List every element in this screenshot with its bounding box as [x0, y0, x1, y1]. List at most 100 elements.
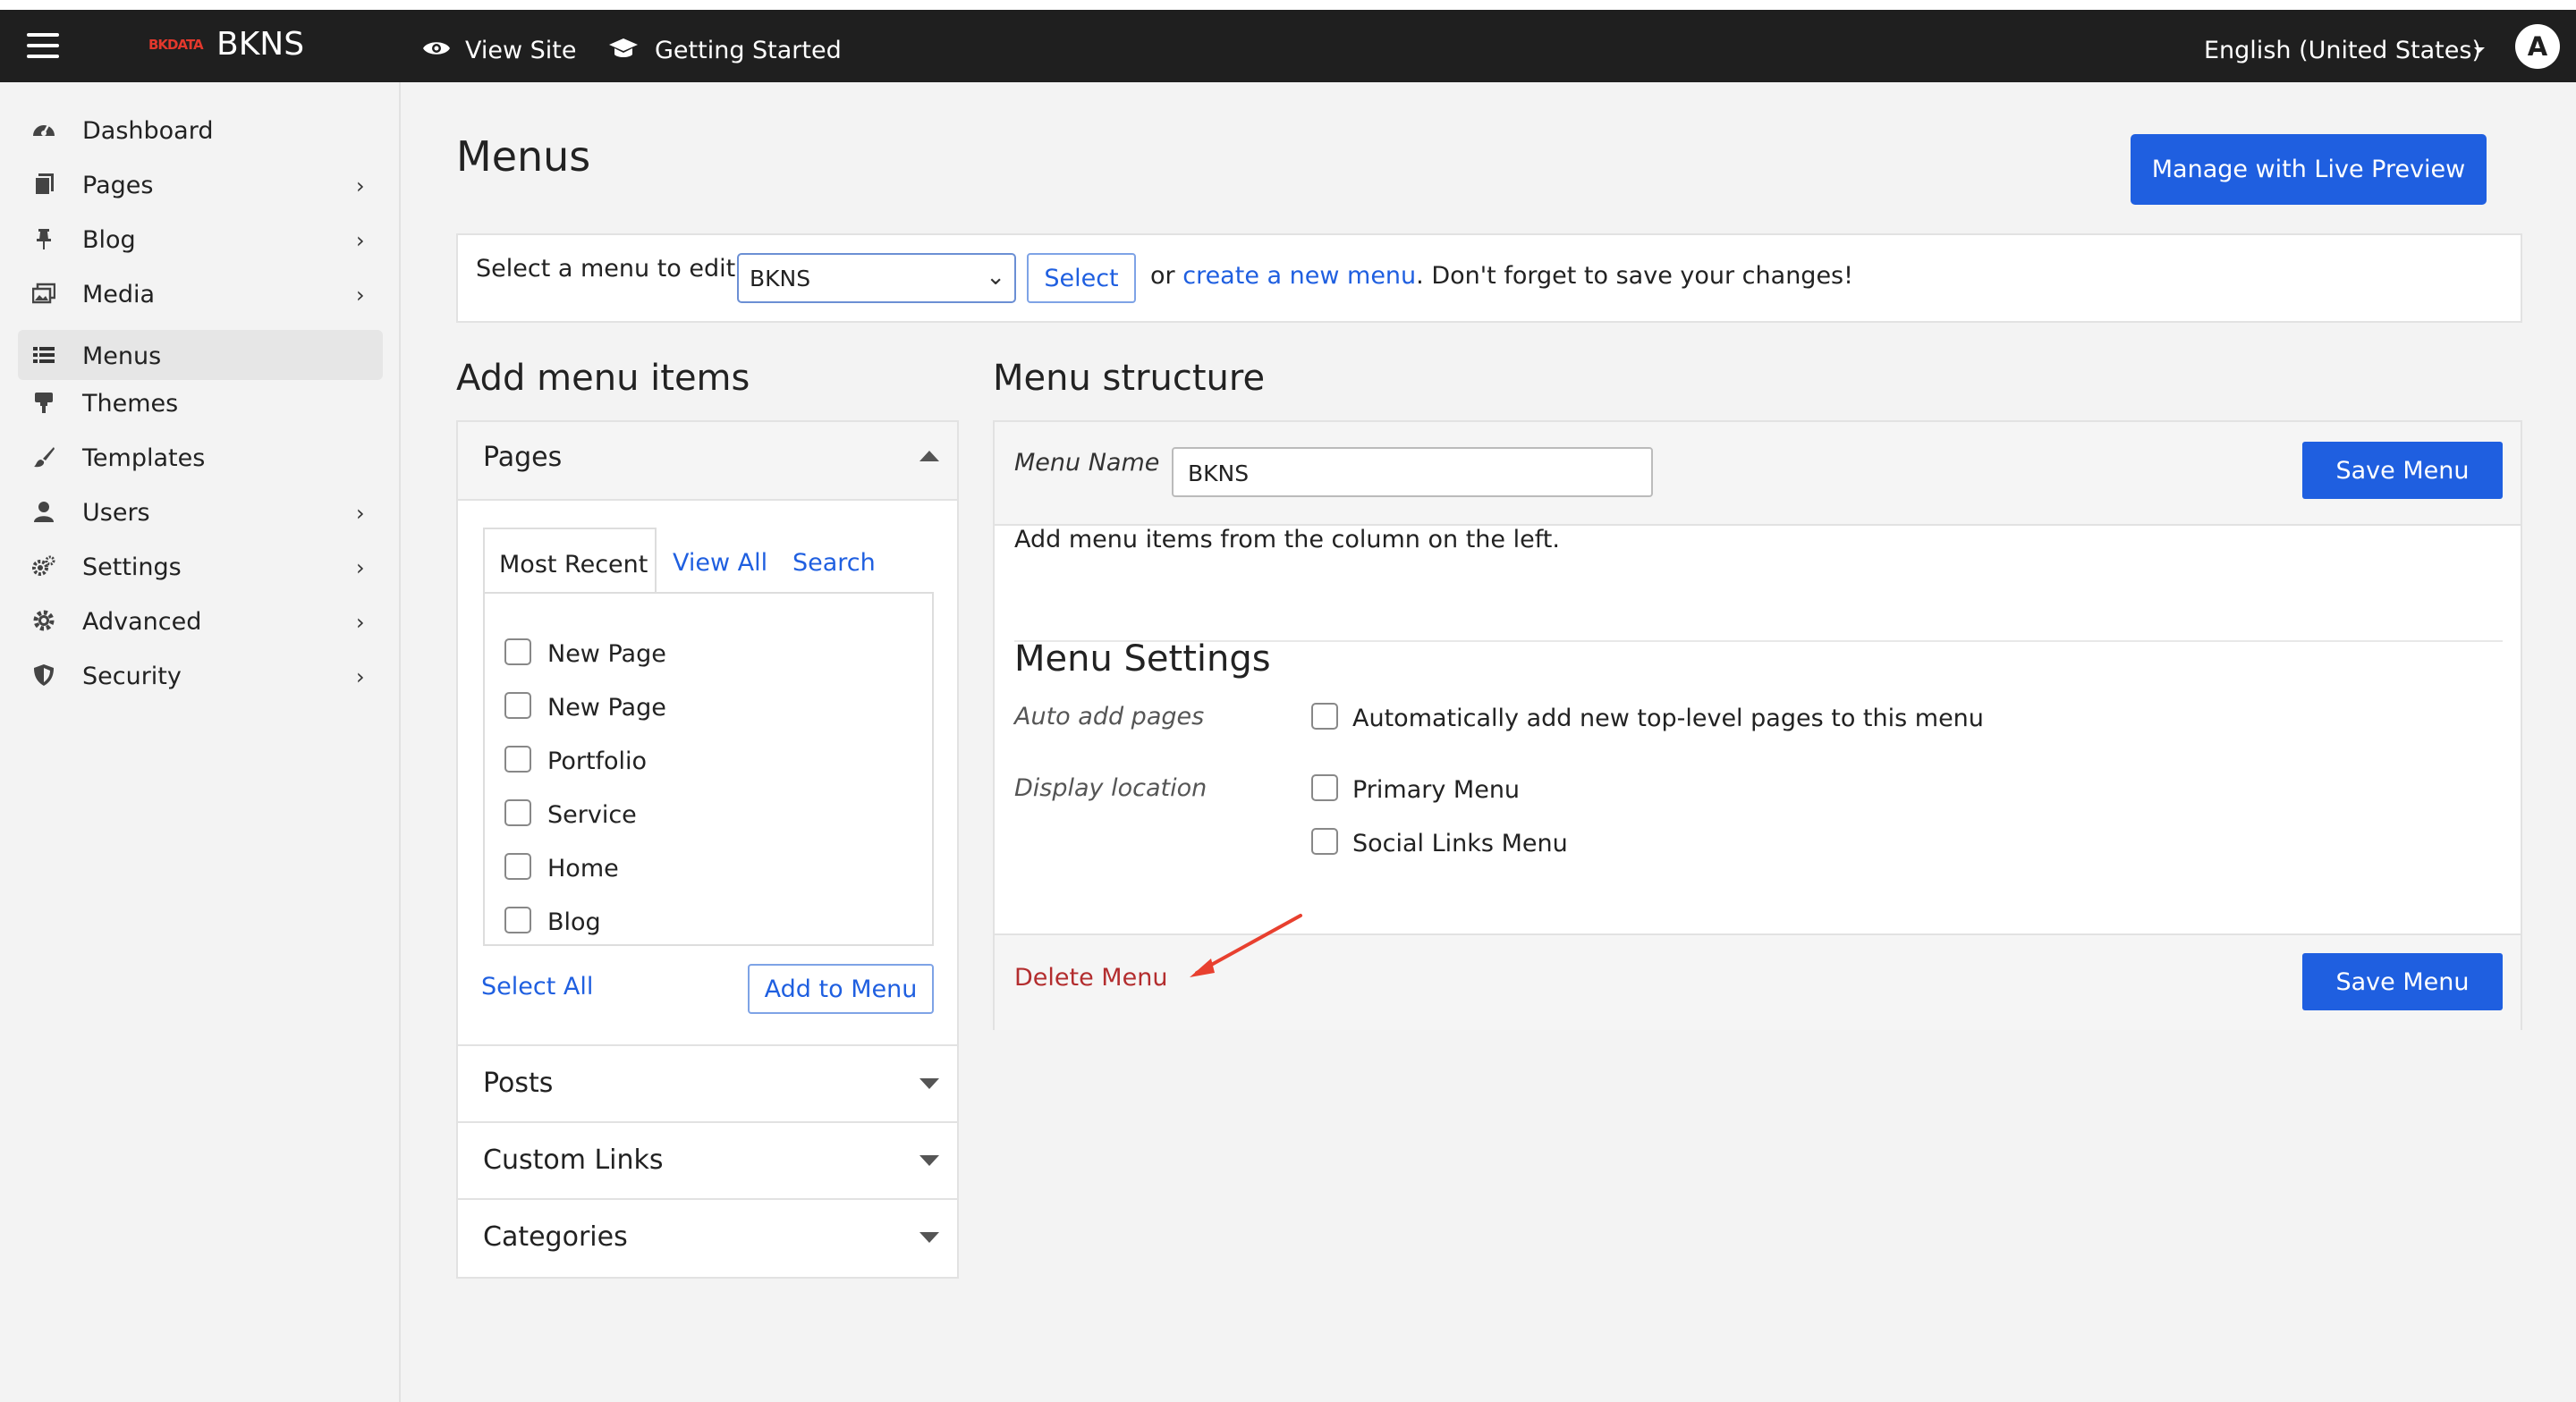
sidebar-item-users[interactable]: Users › [18, 486, 383, 536]
tab-view-all[interactable]: View All [673, 549, 767, 577]
page-checkbox[interactable] [504, 746, 531, 773]
auto-add-label: Auto add pages [1014, 703, 1205, 731]
menu-name-input[interactable]: BKNS [1172, 447, 1653, 497]
select-menu-bar: Select a menu to edit: BKNS ⌄ Select or … [456, 233, 2522, 323]
tab-most-recent[interactable]: Most Recent [483, 528, 657, 594]
sidebar-item-label: Security [82, 663, 182, 690]
social-links-menu-label: Social Links Menu [1352, 830, 1568, 857]
brush-icon [34, 447, 55, 468]
sidebar-item-security[interactable]: Security › [18, 650, 383, 700]
page-item-label: Portfolio [547, 747, 648, 775]
language-dropdown[interactable]: English (United States) [2204, 31, 2490, 63]
media-icon [32, 283, 55, 304]
sidebar-item-pages[interactable]: Pages › [18, 159, 383, 209]
chevron-right-icon: › [356, 664, 365, 689]
sidebar-item-dashboard[interactable]: Dashboard [18, 105, 383, 155]
save-menu-button[interactable]: Save Menu [2302, 442, 2503, 499]
sidebar-item-label: Users [82, 499, 150, 527]
language-label: English (United States) [2204, 37, 2481, 64]
getting-started-label: Getting Started [655, 37, 842, 64]
avatar[interactable]: A [2515, 24, 2560, 69]
primary-menu-checkbox[interactable] [1311, 774, 1338, 801]
sidebar-item-label: Menus [82, 342, 162, 370]
dashboard-icon [33, 124, 55, 136]
sidebar-item-blog[interactable]: Blog › [18, 214, 383, 264]
top-bar: BKDATA BKNS View Site Getting Started En… [0, 10, 2576, 82]
sidebar-item-menus[interactable]: Menus [18, 330, 383, 380]
page-checkbox[interactable] [504, 853, 531, 880]
chevron-right-icon: › [356, 173, 365, 198]
sidebar-item-media[interactable]: Media › [18, 268, 383, 318]
pin-icon [37, 229, 51, 249]
page-item-label: Blog [547, 908, 601, 936]
pages-panel-header[interactable]: Pages [458, 422, 957, 501]
save-menu-button-bottom[interactable]: Save Menu [2302, 953, 2503, 1010]
page-title: Menus [456, 132, 591, 181]
sidebar-item-settings[interactable]: Settings › [18, 541, 383, 591]
posts-panel[interactable]: Posts [456, 1044, 959, 1123]
menu-select-dropdown[interactable]: BKNS ⌄ [737, 253, 1016, 303]
add-menu-items-heading: Add menu items [456, 358, 750, 399]
save-reminder-text: . Don't forget to save your changes! [1416, 262, 1853, 290]
menu-name-value: BKNS [1188, 460, 1250, 486]
select-menu-label: Select a menu to edit: [476, 255, 744, 283]
sidebar-item-themes[interactable]: Themes [18, 377, 383, 427]
gear-icon [33, 610, 55, 631]
chevron-right-icon: › [356, 610, 365, 635]
sidebar-item-templates[interactable]: Templates [18, 432, 383, 482]
auto-add-checkbox[interactable] [1311, 703, 1338, 730]
sidebar-item-label: Themes [82, 390, 179, 418]
caret-down-icon [919, 1232, 939, 1243]
user-icon [34, 502, 54, 522]
list-icon [33, 347, 55, 363]
page-checkbox[interactable] [504, 692, 531, 719]
eye-icon [423, 42, 450, 55]
annotation-arrow [1190, 914, 1302, 977]
caret-down-icon [919, 1155, 939, 1166]
select-button[interactable]: Select [1027, 253, 1136, 303]
sidebar-item-advanced[interactable]: Advanced › [18, 595, 383, 646]
page-checkbox[interactable] [504, 907, 531, 933]
chevron-right-icon: › [356, 228, 365, 253]
add-to-menu-button[interactable]: Add to Menu [748, 964, 934, 1014]
social-links-menu-checkbox[interactable] [1311, 828, 1338, 855]
tab-search[interactable]: Search [792, 549, 876, 577]
page-item-label: New Page [547, 640, 666, 668]
live-preview-button[interactable]: Manage with Live Preview [2131, 134, 2487, 205]
top-strip [0, 0, 2576, 10]
sidebar-item-label: Media [82, 281, 156, 308]
menu-structure-heading: Menu structure [993, 358, 1266, 399]
display-location-label: Display location [1014, 774, 1208, 802]
page-item-label: New Page [547, 694, 666, 722]
create-new-menu-link[interactable]: create a new menu [1182, 262, 1416, 290]
select-bar-text: or create a new menu. Don't forget to sa… [1150, 262, 1853, 290]
categories-panel[interactable]: Categories [456, 1198, 959, 1279]
gears-icon [32, 555, 55, 576]
menu-header: Menu Name BKNS Save Menu [995, 422, 2521, 526]
pages-panel-title: Pages [483, 442, 563, 473]
menu-name-label: Menu Name [1014, 449, 1160, 477]
auto-add-option-label: Automatically add new top-level pages to… [1352, 705, 1984, 732]
hamburger-menu-icon[interactable] [27, 30, 59, 62]
brand-logo[interactable]: BKDATA [148, 37, 204, 53]
panel-title: Categories [483, 1221, 628, 1253]
select-all-link[interactable]: Select All [481, 973, 593, 1001]
graduation-cap-icon [609, 38, 638, 57]
delete-menu-link[interactable]: Delete Menu [1014, 964, 1167, 992]
page-checkbox[interactable] [504, 799, 531, 826]
or-text: or [1150, 262, 1175, 290]
caret-down-icon [919, 1078, 939, 1089]
chevron-right-icon: › [356, 555, 365, 580]
caret-down-icon [2474, 47, 2485, 53]
sidebar-item-label: Advanced [82, 608, 202, 636]
pages-checklist: New Page New Page Portfolio Service Home… [483, 592, 934, 946]
brand-name[interactable]: BKNS [216, 29, 304, 61]
tab-label: Most Recent [499, 551, 648, 579]
panel-title: Custom Links [483, 1144, 664, 1176]
custom-links-panel[interactable]: Custom Links [456, 1121, 959, 1200]
menu-select-value: BKNS [750, 266, 811, 291]
page-checkbox[interactable] [504, 638, 531, 665]
sidebar-item-label: Blog [82, 226, 136, 254]
primary-menu-label: Primary Menu [1352, 776, 1521, 804]
page-item-label: Service [547, 801, 637, 829]
